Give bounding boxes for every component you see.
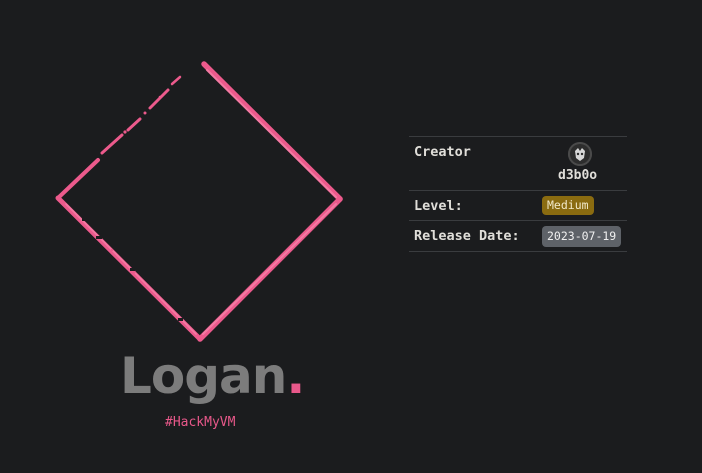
title-dot: . (286, 347, 305, 405)
level-label: Level: (414, 198, 463, 214)
machine-name: Logan (120, 347, 287, 405)
release-date-badge: 2023-07-19 (542, 226, 622, 247)
machine-title: Logan. (120, 346, 305, 406)
creator-name-link[interactable]: d3b0o (558, 168, 597, 183)
level-badge: Medium (542, 196, 594, 215)
info-row-release-date: Release Date: 2023-07-19 (409, 221, 627, 252)
creator-label: Creator (414, 144, 471, 160)
release-date-label: Release Date: (414, 228, 520, 244)
info-row-creator: Creator d3b0o (409, 137, 627, 191)
hashtag-link[interactable]: #HackMyVM (165, 415, 235, 431)
machine-info-table: Creator d3b0o Level: Medium Release Date… (409, 136, 627, 252)
creator-avatar[interactable] (568, 142, 592, 166)
info-row-level: Level: Medium (409, 191, 627, 221)
